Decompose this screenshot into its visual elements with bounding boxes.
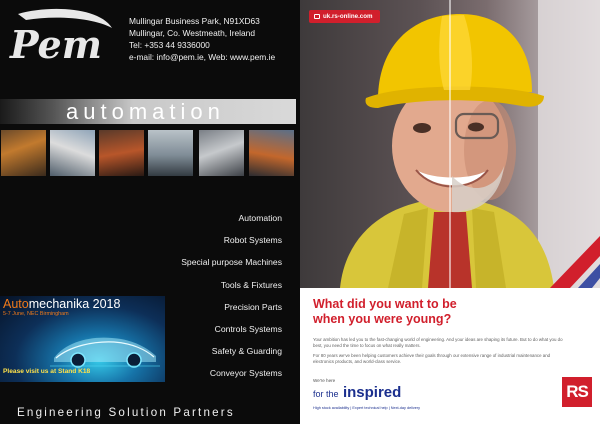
- service-item: Robot Systems: [223, 235, 282, 246]
- tagline: for the inspired: [313, 384, 401, 403]
- conveyor-photo: [249, 130, 294, 176]
- rs-body-copy: Your ambition has led you to the fast-ch…: [313, 337, 569, 369]
- robot-cell-photo: [99, 130, 144, 176]
- service-item: Safety & Guarding: [211, 346, 282, 357]
- rs-url-text: uk.rs-online.com: [323, 13, 373, 20]
- pem-slogan: Engineering Solution Partners: [17, 406, 235, 419]
- pem-logo: Pem: [9, 8, 112, 66]
- automechanika-ad: Automechanika 2018 5-7 June, NEC Birming…: [0, 296, 165, 382]
- address-line-2: Mullingar, Co. Westmeath, Ireland: [129, 28, 255, 38]
- address-line-1: Mullingar Business Park, N91XD63: [129, 16, 260, 26]
- tagline-inspired: inspired: [342, 384, 402, 401]
- service-item: Precision Parts: [224, 301, 282, 312]
- body-paragraph: Your ambition has led you to the fast-ch…: [313, 337, 563, 348]
- hero-photo-illustration: [340, 0, 600, 288]
- stand-text: Please visit us at Stand K18: [3, 368, 91, 375]
- service-item: Controls Systems: [214, 323, 282, 334]
- service-item: Automation: [238, 213, 282, 223]
- service-item: Conveyor Systems: [209, 368, 282, 379]
- pem-ad-page: Pem Mullingar Business Park, N91XD63 Mul…: [0, 0, 300, 424]
- robot-photo: [1, 130, 46, 176]
- were-here-text: We're here: [313, 378, 336, 383]
- fixture-photo: [199, 130, 244, 176]
- car-illustration: [50, 337, 160, 368]
- machine-photo: [50, 130, 95, 176]
- service-item: Tools & Fixtures: [220, 279, 282, 290]
- service-item: Special purpose Machines: [181, 257, 282, 268]
- hero-photo: uk.rs-online.com: [300, 0, 600, 288]
- automechanika-dates: 5-7 June, NEC Birmingham: [3, 311, 69, 317]
- headline-line-2: when you were young?: [313, 311, 452, 326]
- rs-headline: What did you want to be when you were yo…: [313, 297, 457, 326]
- tagline-for-the: for the: [313, 389, 339, 399]
- contact-block: Mullingar Business Park, N91XD63 Mulling…: [129, 15, 275, 63]
- telephone: Tel: +353 44 9336000: [129, 40, 210, 50]
- rs-url-pill[interactable]: uk.rs-online.com: [309, 10, 380, 23]
- rs-logo: RS: [562, 377, 592, 407]
- monitor-icon: [314, 13, 320, 19]
- rs-footer-benefits: High stock availability | Expert technic…: [313, 406, 421, 410]
- automation-banner-text: automation: [66, 99, 225, 124]
- services-list: Automation Robot Systems Special purpose…: [181, 212, 282, 390]
- body-paragraph: For 80 years we've been helping customer…: [313, 352, 551, 364]
- special-machine-photo: [148, 130, 193, 176]
- automation-banner: automation: [0, 99, 296, 124]
- automechanika-title: Automechanika 2018: [3, 297, 121, 311]
- headline-line-1: What did you want to be: [313, 297, 457, 311]
- pem-logo-text: Pem: [9, 22, 102, 66]
- email-web: e-mail: info@pem.ie, Web: www.pem.ie: [129, 52, 276, 62]
- photo-strip: [0, 130, 300, 178]
- rs-ad-page: uk.rs-online.com What did you want to be…: [300, 0, 600, 424]
